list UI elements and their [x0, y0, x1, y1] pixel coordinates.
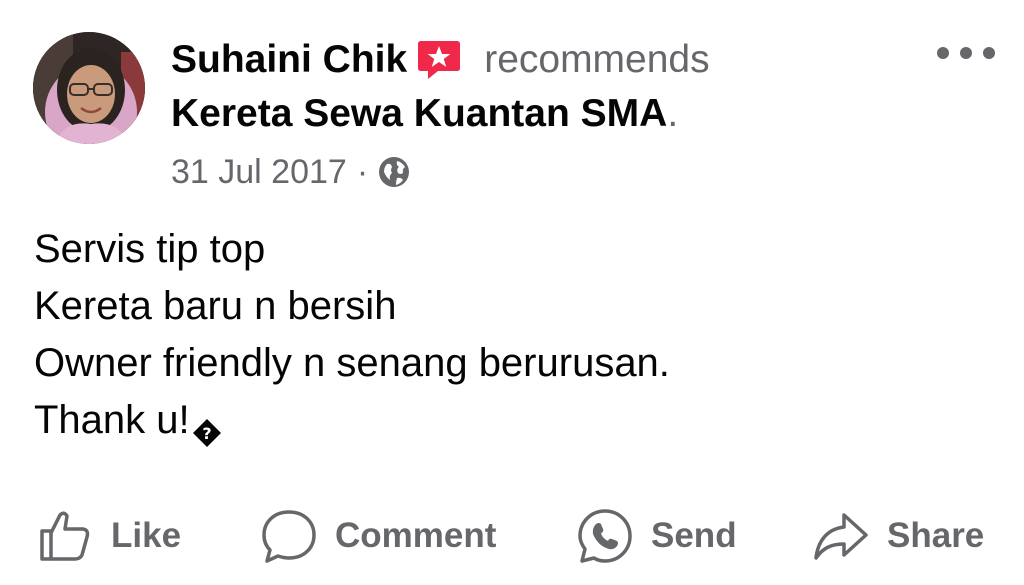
messenger-send-icon	[576, 507, 634, 565]
svg-text:?: ?	[202, 424, 211, 443]
author-name[interactable]: Suhaini Chik	[171, 38, 407, 82]
avatar[interactable]	[33, 32, 145, 144]
more-options-button[interactable]	[930, 36, 1002, 70]
more-options-icon	[937, 47, 995, 59]
recommendation-badge-icon	[416, 39, 462, 81]
avatar-image	[33, 32, 145, 144]
send-label: Send	[651, 516, 737, 555]
post-header-line-2: Kereta Sewa Kuantan SMA .	[171, 90, 678, 138]
like-label: Like	[111, 516, 182, 555]
page-name[interactable]: Kereta Sewa Kuantan SMA	[171, 92, 667, 136]
post-text-line-with-glyph: Thank u!?	[34, 392, 994, 449]
share-arrow-icon	[812, 507, 870, 565]
post-text-line: Owner friendly n senang berurusan.	[34, 341, 670, 385]
comment-label: Comment	[335, 516, 497, 555]
send-button[interactable]: Send	[576, 500, 737, 572]
like-button[interactable]: Like	[36, 500, 181, 572]
post-text-line: Servis tip top	[34, 227, 266, 271]
like-thumb-icon	[36, 507, 94, 565]
share-button[interactable]: Share	[812, 500, 984, 572]
post-date[interactable]: 31 Jul 2017	[171, 153, 347, 192]
recommends-text: recommends	[484, 38, 710, 81]
post-header-line-1: Suhaini Chik recommends	[171, 36, 710, 84]
post-meta: 31 Jul 2017 ·	[171, 150, 410, 194]
post-body: Servis tip top Kereta baru n bersih Owne…	[34, 221, 994, 449]
comment-button[interactable]: Comment	[260, 500, 496, 572]
action-bar: Like Comment Send Share	[0, 500, 1024, 572]
recommendation-post: Suhaini Chik recommends Kereta Sewa Kuan…	[0, 0, 1024, 585]
page-name-period: .	[667, 92, 679, 135]
post-text-line: Thank u!	[34, 398, 190, 442]
comment-bubble-icon	[260, 507, 318, 565]
post-text-line: Kereta baru n bersih	[34, 284, 397, 328]
unsupported-emoji-glyph-icon: ?	[192, 407, 222, 448]
share-label: Share	[887, 516, 985, 555]
meta-separator: ·	[356, 152, 369, 191]
globe-icon	[378, 156, 410, 188]
